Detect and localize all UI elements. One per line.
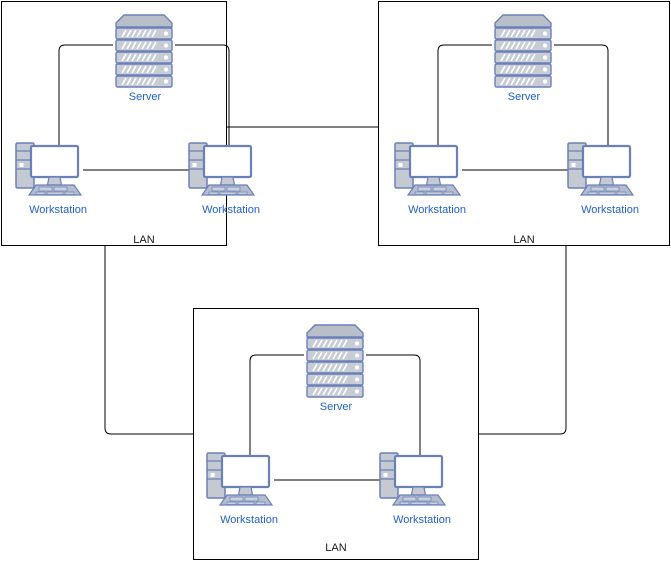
workstation-node-left[interactable]: Workstation bbox=[14, 141, 87, 216]
link-server-to-workstation-left bbox=[58, 44, 113, 150]
lan-zone-label: LAN bbox=[133, 234, 154, 246]
server-rack-icon bbox=[306, 324, 364, 398]
lan-zone-top-left[interactable]: Server Workstation Workstation LAN bbox=[1, 1, 260, 246]
lan-zone-top-right[interactable]: Server Workstation Workstation LAN bbox=[378, 1, 670, 246]
workstation-node-right[interactable]: Workstation bbox=[187, 141, 260, 216]
workstation-node-left[interactable]: Workstation bbox=[393, 141, 466, 216]
lan-zone-label: LAN bbox=[325, 542, 346, 554]
workstation-label: Workstation bbox=[29, 204, 87, 216]
server-label: Server bbox=[508, 91, 541, 103]
workstation-node-right[interactable]: Workstation bbox=[566, 141, 639, 216]
workstation-icon bbox=[14, 141, 83, 197]
workstation-label: Workstation bbox=[202, 204, 260, 216]
server-rack-icon bbox=[115, 14, 173, 88]
server-node[interactable]: Server bbox=[306, 324, 364, 413]
lan-zone-bottom[interactable]: Server Workstation Workstation LAN bbox=[193, 308, 479, 560]
server-rack-icon bbox=[494, 14, 552, 88]
workstation-icon bbox=[566, 141, 635, 197]
workstation-node-right[interactable]: Workstation bbox=[378, 451, 451, 526]
server-node[interactable]: Server bbox=[115, 14, 173, 103]
workstation-label: Workstation bbox=[581, 204, 639, 216]
link-topleft-to-bottom bbox=[104, 246, 193, 435]
link-server-to-workstation-left bbox=[437, 44, 492, 150]
server-label: Server bbox=[320, 401, 353, 413]
workstation-icon bbox=[205, 451, 274, 507]
server-label: Server bbox=[129, 91, 162, 103]
workstation-icon bbox=[393, 141, 462, 197]
server-node[interactable]: Server bbox=[494, 14, 552, 103]
workstation-icon bbox=[378, 451, 447, 507]
lan-zone-label: LAN bbox=[513, 234, 534, 246]
workstation-node-left[interactable]: Workstation bbox=[205, 451, 278, 526]
link-server-to-workstation-left bbox=[249, 354, 304, 460]
link-topright-to-bottom bbox=[478, 246, 567, 435]
workstation-label: Workstation bbox=[408, 204, 466, 216]
link-server-to-workstation-right bbox=[554, 44, 609, 150]
workstation-icon bbox=[187, 141, 256, 197]
network-diagram: Server Workstation Workstation LAN Serve… bbox=[0, 0, 671, 561]
workstation-label: Workstation bbox=[393, 514, 451, 526]
link-server-to-workstation-right bbox=[366, 354, 421, 460]
workstation-label: Workstation bbox=[220, 514, 278, 526]
link-server-to-workstation-right bbox=[175, 44, 230, 150]
